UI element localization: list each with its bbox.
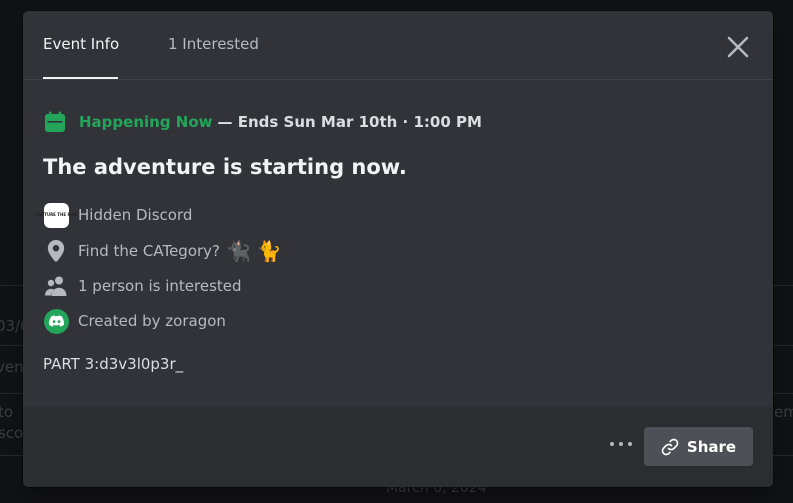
interested-row: 1 person is interested (43, 273, 242, 299)
bg-text-fragment: sco (0, 424, 24, 442)
event-title: The adventure is starting now. (43, 155, 407, 179)
share-label: Share (686, 437, 737, 456)
cat-emoji: 🐈 (256, 239, 282, 263)
created-by-text: Created by zoragon (78, 312, 226, 330)
bg-text-fragment: ven (0, 358, 24, 376)
event-status: Happening Now — Ends Sun Mar 10th · 1:00… (43, 109, 482, 135)
active-tab-indicator (43, 77, 118, 79)
more-options-button[interactable] (608, 431, 634, 457)
location-icon-wrap (43, 238, 69, 264)
close-button[interactable] (723, 32, 753, 62)
share-button[interactable]: Share (644, 427, 753, 466)
calendar-icon (45, 111, 65, 132)
location-row: Find the CATegory? 🐈‍⬛ 🐈 (43, 238, 282, 264)
status-end-time: — Ends Sun Mar 10th · 1:00 PM (217, 113, 482, 131)
event-description: PART 3:d3v3l0p3r_ (43, 355, 184, 373)
people-icon (45, 276, 67, 296)
server-name: Hidden Discord (78, 206, 193, 224)
server-icon: CAPTURE THE FUN (35, 202, 77, 228)
location-pin-icon (47, 240, 65, 262)
link-icon-wrap (661, 438, 679, 456)
server-icon-wrap: CAPTURE THE FUN (35, 202, 77, 228)
creator-avatar[interactable] (43, 308, 69, 334)
modal-tabs: Event Info 1 Interested (23, 11, 773, 80)
link-icon (661, 438, 679, 455)
location-text: Find the CATegory? (78, 242, 221, 260)
interested-count: 1 person is interested (78, 277, 242, 295)
people-icon-wrap (43, 273, 69, 299)
status-happening-now: Happening Now (79, 113, 213, 131)
creator-row: Created by zoragon (43, 308, 226, 334)
server-row[interactable]: CAPTURE THE FUN Hidden Discord (35, 202, 193, 228)
bg-text-fragment: to (0, 403, 14, 421)
close-icon (727, 36, 749, 58)
more-dots-icon (610, 442, 632, 446)
discord-icon (48, 315, 64, 327)
tab-interested[interactable]: 1 Interested (168, 35, 259, 53)
event-modal: Event Info 1 Interested Happening Now — … (23, 11, 773, 487)
black-cat-emoji: 🐈‍⬛ (226, 239, 251, 263)
discord-icon-wrap (43, 308, 69, 334)
tab-event-info[interactable]: Event Info (43, 35, 119, 53)
bg-text-fragment: em (774, 403, 793, 421)
modal-footer: Share (23, 407, 773, 487)
